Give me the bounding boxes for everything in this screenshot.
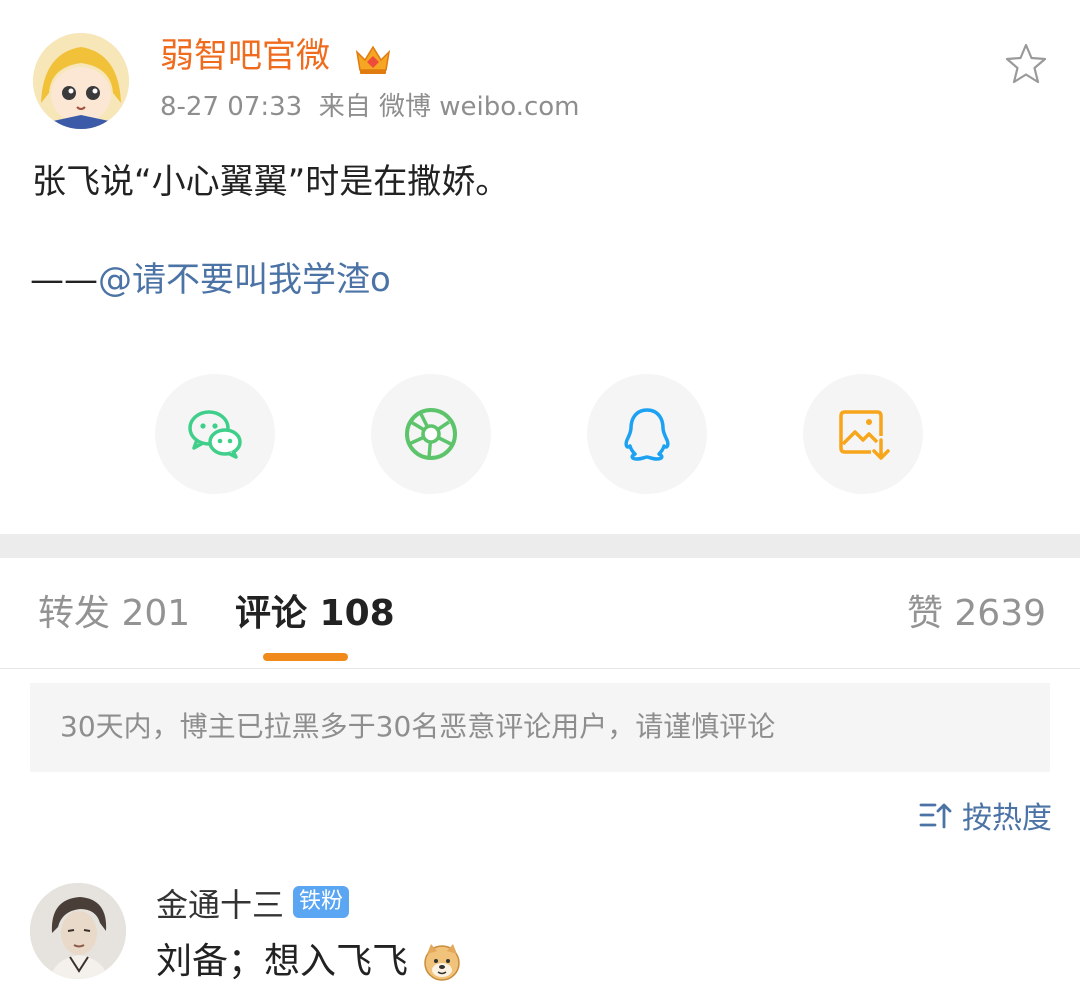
fan-badge: 铁粉 (293, 886, 350, 918)
tab-repost[interactable]: 转发 201 (38, 592, 190, 635)
post-source: 来自 微博 weibo.com (318, 92, 580, 122)
commenter-avatar[interactable] (30, 883, 126, 979)
save-image-button[interactable] (803, 374, 923, 494)
moments-icon (405, 408, 457, 460)
sort-by-heat-button[interactable]: 按热度 (918, 794, 1052, 836)
share-moments-button[interactable] (371, 374, 491, 494)
doge-emoji-icon (422, 942, 462, 982)
sort-label: 按热度 (962, 801, 1052, 836)
share-wechat-button[interactable] (155, 374, 275, 494)
byline-dash: —— (30, 260, 98, 300)
section-divider (0, 534, 1080, 558)
commenter-name[interactable]: 金通十三 (156, 886, 284, 924)
post-text: 张飞说“小心翼翼”时是在撒娇。 (32, 162, 510, 202)
comment-text: 刘备；想入飞飞 (156, 941, 409, 982)
active-tab-indicator (263, 653, 348, 661)
post-byline: ——@请不要叫我学渣o (30, 258, 391, 302)
author-name[interactable]: 弱智吧官微 (160, 36, 330, 77)
tab-likes[interactable]: 赞 2639 (907, 592, 1046, 635)
sort-icon (919, 803, 952, 829)
mention-link[interactable]: @请不要叫我学渣o (98, 260, 391, 300)
tab-comments[interactable]: 评论 108 (235, 592, 395, 635)
comment-notice-text: 30天内，博主已拉黑多于30名恶意评论用户，请谨慎评论 (60, 710, 776, 743)
tabs-border (0, 668, 1080, 669)
crown-icon (354, 42, 392, 76)
qq-icon (624, 408, 670, 461)
save-image-icon (839, 410, 890, 460)
share-qq-button[interactable] (587, 374, 707, 494)
wechat-icon (188, 410, 242, 459)
post-time: 8-27 07:33 (160, 92, 303, 122)
author-avatar[interactable] (33, 33, 129, 129)
post-meta: 8-27 07:33 来自 微博 weibo.com (160, 92, 580, 123)
favorite-star-icon[interactable] (1002, 40, 1050, 88)
